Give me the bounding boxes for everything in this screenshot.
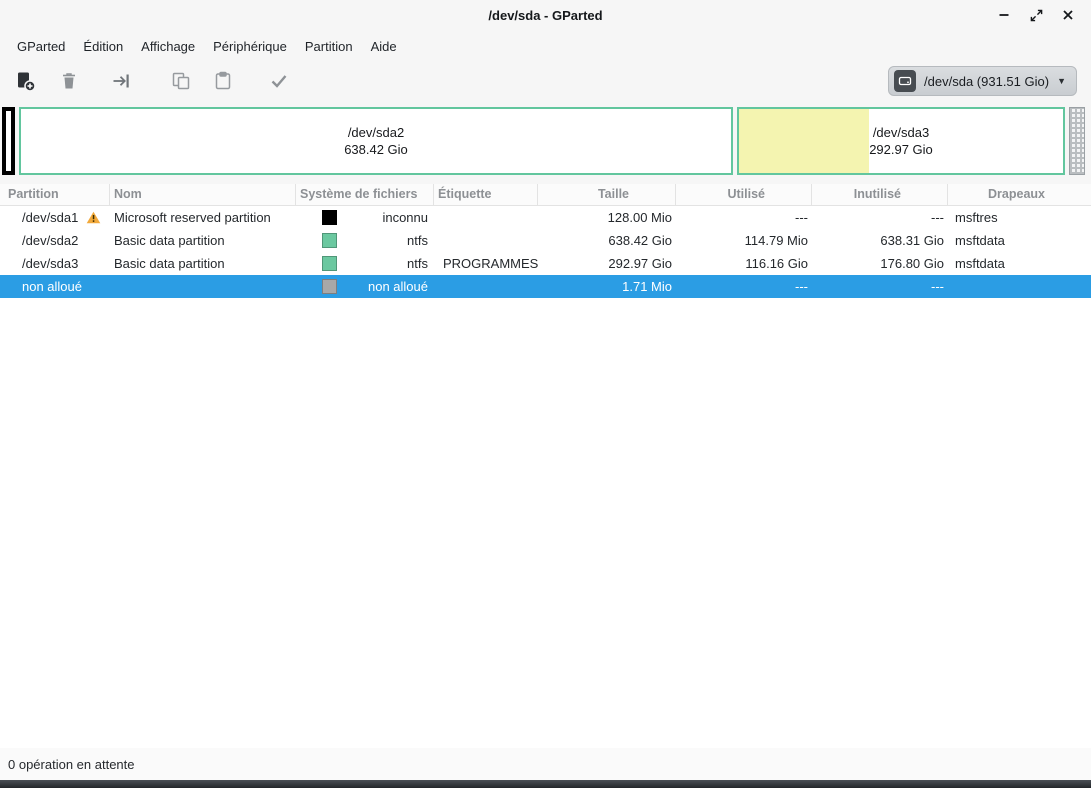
toolbar: /dev/sda (931.51 Gio) ▼ [0, 62, 1091, 100]
cell-partition: non alloué [22, 275, 82, 298]
disk-segment-sda1[interactable] [2, 107, 15, 175]
close-button[interactable] [1057, 4, 1079, 26]
cell-drapeaux: msftdata [948, 252, 1091, 275]
restore-icon [1030, 9, 1043, 22]
copy-icon [170, 70, 192, 92]
device-selector[interactable]: /dev/sda (931.51 Gio) ▼ [888, 66, 1077, 96]
close-icon [1062, 9, 1074, 21]
cell-partition: /dev/sda1 [22, 206, 78, 229]
table-empty-area [0, 298, 1091, 748]
device-selector-label: /dev/sda (931.51 Gio) [924, 74, 1049, 89]
paste-button[interactable] [212, 70, 234, 92]
partition-table-body: /dev/sda1 Microsoft reserved partition i… [0, 206, 1091, 298]
cell-taille: 128.00 Mio [538, 206, 676, 229]
cell-drapeaux: msftdata [948, 229, 1091, 252]
cell-etiquette [434, 206, 538, 229]
cell-drapeaux: msftres [948, 206, 1091, 229]
table-row[interactable]: non alloué non alloué 1.71 Mio --- --- [0, 275, 1091, 298]
fs-color-swatch [322, 256, 337, 271]
gparted-window: /dev/sda - GParted GParted Édition Affic… [0, 0, 1091, 788]
segment-size: 638.42 Gio [344, 141, 408, 158]
cell-nom: Basic data partition [110, 229, 296, 252]
harddisk-icon [894, 70, 916, 92]
cell-filesystem: inconnu [337, 206, 434, 229]
table-row[interactable]: /dev/sda2 Basic data partition ntfs 638.… [0, 229, 1091, 252]
menu-affichage[interactable]: Affichage [132, 35, 204, 58]
minimize-button[interactable] [993, 4, 1015, 26]
minimize-icon [998, 9, 1010, 21]
disk-visual: /dev/sda2 638.42 Gio /dev/sda3 292.97 Gi… [0, 100, 1091, 184]
cell-utilise: --- [676, 206, 812, 229]
cell-taille: 638.42 Gio [538, 229, 676, 252]
menu-gparted[interactable]: GParted [8, 35, 74, 58]
cell-etiquette [434, 229, 538, 252]
segment-size: 292.97 Gio [869, 141, 933, 158]
warning-icon [86, 211, 101, 224]
new-partition-icon [14, 70, 36, 92]
cell-partition: /dev/sda2 [22, 229, 78, 252]
titlebar[interactable]: /dev/sda - GParted [0, 0, 1091, 30]
pending-operations-status: 0 opération en attente [8, 757, 135, 772]
cell-drapeaux [948, 275, 1091, 298]
disk-segment-sda2[interactable]: /dev/sda2 638.42 Gio [19, 107, 733, 175]
apply-check-icon [268, 70, 290, 92]
column-header-nom[interactable]: Nom [110, 184, 296, 205]
menubar: GParted Édition Affichage Périphérique P… [0, 30, 1091, 62]
cell-nom: Basic data partition [110, 252, 296, 275]
apply-operations-button[interactable] [268, 70, 290, 92]
used-space-fill [739, 109, 869, 173]
cell-utilise: 114.79 Mio [676, 229, 812, 252]
fs-color-swatch [322, 279, 337, 294]
cell-taille: 1.71 Mio [538, 275, 676, 298]
column-header-inutilise[interactable]: Inutilisé [812, 184, 948, 205]
table-row[interactable]: /dev/sda3 Basic data partition ntfs PROG… [0, 252, 1091, 275]
delete-partition-button[interactable] [58, 70, 80, 92]
cell-taille: 292.97 Gio [538, 252, 676, 275]
restore-button[interactable] [1025, 4, 1047, 26]
cell-nom [110, 275, 296, 298]
cell-inutilise: --- [812, 275, 948, 298]
menu-partition[interactable]: Partition [296, 35, 362, 58]
cell-nom: Microsoft reserved partition [110, 206, 296, 229]
menu-aide[interactable]: Aide [362, 35, 406, 58]
resize-move-icon [110, 70, 132, 92]
table-row[interactable]: /dev/sda1 Microsoft reserved partition i… [0, 206, 1091, 229]
disk-segment-unallocated[interactable] [1069, 107, 1085, 175]
column-header-taille[interactable]: Taille [538, 184, 676, 205]
cell-inutilise: 176.80 Gio [812, 252, 948, 275]
cell-etiquette [434, 275, 538, 298]
column-header-systeme-de-fichiers[interactable]: Système de fichiers [296, 184, 434, 205]
cell-filesystem: non alloué [337, 275, 434, 298]
cell-partition: /dev/sda3 [22, 252, 78, 275]
disk-segment-sda3[interactable]: /dev/sda3 292.97 Gio [737, 107, 1065, 175]
segment-label: /dev/sda3 [873, 124, 929, 141]
column-header-utilise[interactable]: Utilisé [676, 184, 812, 205]
segment-label: /dev/sda2 [348, 124, 404, 141]
cell-filesystem: ntfs [337, 252, 434, 275]
new-partition-button[interactable] [14, 70, 36, 92]
cell-inutilise: --- [812, 206, 948, 229]
menu-peripherique[interactable]: Périphérique [204, 35, 296, 58]
screen-bottom-edge [0, 780, 1091, 788]
column-header-partition[interactable]: Partition [0, 184, 110, 205]
cell-utilise: --- [676, 275, 812, 298]
paste-icon [212, 70, 234, 92]
column-header-etiquette[interactable]: Étiquette [434, 184, 538, 205]
fs-color-swatch [322, 210, 337, 225]
cell-etiquette: PROGRAMMES [434, 252, 538, 275]
statusbar: 0 opération en attente [0, 748, 1091, 780]
chevron-down-icon: ▼ [1057, 76, 1066, 86]
window-title: /dev/sda - GParted [0, 8, 1091, 23]
cell-utilise: 116.16 Gio [676, 252, 812, 275]
trash-icon [58, 70, 80, 92]
window-controls [993, 4, 1091, 26]
fs-color-swatch [322, 233, 337, 248]
cell-filesystem: ntfs [337, 229, 434, 252]
cell-inutilise: 638.31 Gio [812, 229, 948, 252]
column-header-drapeaux[interactable]: Drapeaux [948, 184, 1091, 205]
copy-button[interactable] [170, 70, 192, 92]
resize-move-button[interactable] [110, 70, 132, 92]
partition-table-header: Partition Nom Système de fichiers Étique… [0, 184, 1091, 206]
menu-edition[interactable]: Édition [74, 35, 132, 58]
